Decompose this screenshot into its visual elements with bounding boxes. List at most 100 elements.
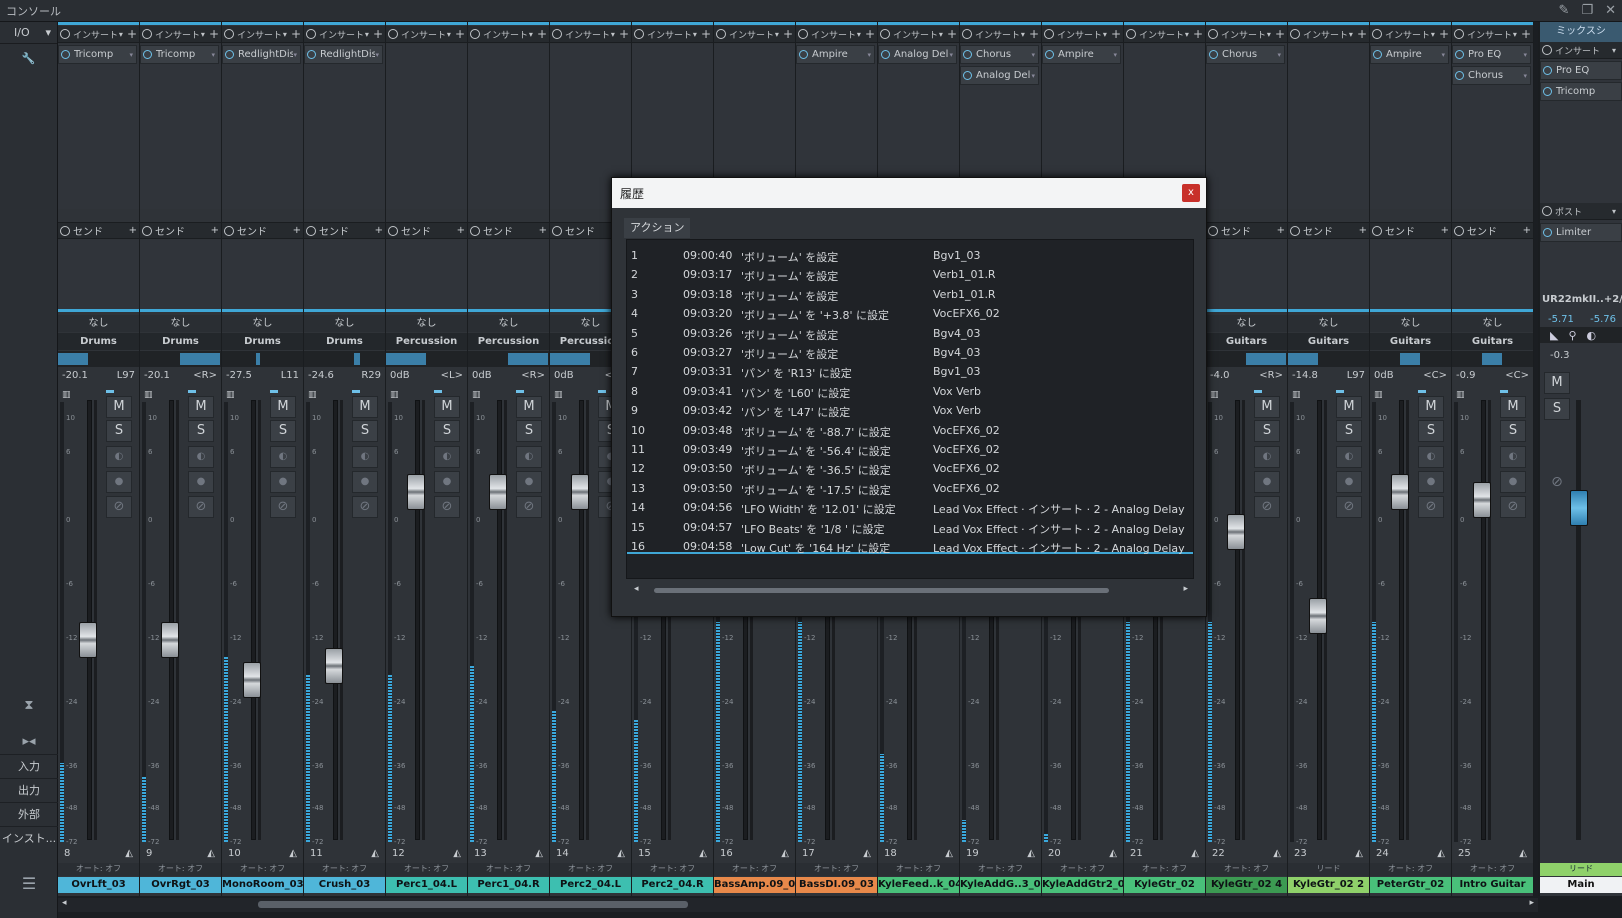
monitor-icon[interactable]: ◐ <box>1254 446 1280 468</box>
waveform-icon[interactable]: ◭ <box>1355 848 1363 862</box>
solo-button[interactable]: S <box>516 420 542 442</box>
input-label[interactable]: なし <box>304 315 385 332</box>
send-add-icon[interactable]: + <box>1277 225 1285 236</box>
fader-track[interactable] <box>1481 400 1486 840</box>
channel-name-label[interactable]: BassDI.09_03 <box>796 877 877 893</box>
history-row[interactable]: 10 09:03:48 'ボリューム' を '-88.7' に設定 VocEFX6_0… <box>627 421 1195 441</box>
send-header[interactable]: センド + <box>468 222 549 239</box>
pan-display[interactable] <box>140 351 221 367</box>
input-label[interactable]: なし <box>1288 315 1369 332</box>
insert-slot[interactable]: Chorus ▾ <box>960 45 1039 64</box>
power-icon[interactable] <box>306 29 316 39</box>
insert-header[interactable]: インサート ▾ + <box>960 26 1041 43</box>
insert-chevron-icon[interactable]: ▾ <box>365 30 369 39</box>
insert-header[interactable]: インサート ▾ + <box>1370 26 1451 43</box>
insert-header[interactable]: インサート ▾ + <box>304 26 385 43</box>
waveform-icon[interactable]: ◭ <box>1191 848 1199 862</box>
insert-slot[interactable]: Ampire ▾ <box>1370 45 1449 64</box>
volume-pan-readout[interactable]: -27.5 L11 <box>222 370 303 384</box>
main-mute-button[interactable]: M <box>1544 372 1570 394</box>
group-label[interactable]: Guitars <box>1288 333 1369 350</box>
solo-button[interactable]: S <box>1500 420 1526 442</box>
send-add-icon[interactable]: + <box>539 225 547 236</box>
insert-add-icon[interactable]: + <box>455 27 465 41</box>
send-add-icon[interactable]: + <box>293 225 301 236</box>
sidebar-nav-input[interactable]: 入力 <box>0 754 58 778</box>
history-row[interactable]: 16 09:04:58 'Low Cut' を '164 Hz' に設定 Lead V… <box>627 537 1195 557</box>
automation-icon[interactable]: ⊘ <box>1500 496 1526 518</box>
main-channel-name[interactable]: Main <box>1540 877 1622 893</box>
input-label[interactable]: なし <box>222 315 303 332</box>
send-area[interactable] <box>1206 240 1287 312</box>
power-icon[interactable] <box>552 225 562 236</box>
power-icon[interactable] <box>1542 45 1552 55</box>
plugin-chevron-icon[interactable]: ▾ <box>1031 51 1035 59</box>
insert-chevron-icon[interactable]: ▾ <box>447 30 451 39</box>
automation-icon[interactable]: ⊘ <box>1254 496 1280 518</box>
pan-display[interactable] <box>1452 351 1533 367</box>
history-list[interactable]: 1 09:00:40 'ボリューム' を設定 Bgv1_03 2 09:03:17 'ボリュ… <box>626 239 1194 579</box>
insert-add-icon[interactable]: + <box>1029 27 1039 41</box>
chevron-down-icon[interactable]: ▾ <box>1612 46 1616 55</box>
insert-add-icon[interactable]: + <box>127 27 137 41</box>
send-header[interactable]: センド + <box>386 222 467 239</box>
volume-pan-readout[interactable]: -14.8 L97 <box>1288 370 1369 384</box>
insert-chevron-icon[interactable]: ▾ <box>939 30 943 39</box>
history-close-button[interactable]: x <box>1182 184 1200 202</box>
waveform-icon[interactable]: ◭ <box>1437 848 1445 862</box>
auto-mode-label[interactable]: オート: オフ <box>1370 863 1451 876</box>
auto-mode-label[interactable]: オート: オフ <box>960 863 1041 876</box>
send-area[interactable] <box>58 240 139 312</box>
channel-name-label[interactable]: KyleGtr_02 <box>1124 877 1205 893</box>
fader-track[interactable] <box>415 400 420 840</box>
insert-slots[interactable]: RedlightDist ▾ <box>304 44 385 209</box>
insert-header[interactable]: インサート ▾ + <box>1124 26 1205 43</box>
waveform-icon[interactable]: ◭ <box>781 848 789 862</box>
auto-mode-label[interactable]: オート: オフ <box>1124 863 1205 876</box>
waveform-icon[interactable]: ◭ <box>289 848 297 862</box>
power-icon[interactable] <box>1454 225 1464 236</box>
history-scroll-thumb[interactable] <box>654 588 1109 593</box>
history-row[interactable]: 13 09:03:50 'ボリューム' を '-17.5' に設定 VocEFX6_0… <box>627 479 1195 499</box>
sidebar-nav-output[interactable]: 出力 <box>0 778 58 802</box>
insert-slots[interactable]: RedlightDist ▾ <box>222 44 303 209</box>
monitor-icon[interactable]: ◐ <box>434 446 460 468</box>
pin-icon[interactable]: ✎ <box>1559 3 1570 18</box>
insert-header[interactable]: インサート ▾ + <box>222 26 303 43</box>
main-auto-mode[interactable]: リード <box>1540 863 1622 876</box>
channel-name-label[interactable]: KyleGtr_02 4 <box>1206 877 1287 893</box>
monitor-icon[interactable]: ◐ <box>106 446 132 468</box>
monitor-icon[interactable]: ◐ <box>1500 446 1526 468</box>
insert-chevron-icon[interactable]: ▾ <box>283 30 287 39</box>
history-hscroll[interactable]: ◂ ▸ <box>626 584 1194 598</box>
mute-button[interactable]: M <box>270 396 296 418</box>
solo-button[interactable]: S <box>188 420 214 442</box>
input-label[interactable]: なし <box>1452 315 1533 332</box>
pan-display[interactable] <box>468 351 549 367</box>
fader-cap[interactable] <box>489 474 507 510</box>
waveform-icon[interactable]: ◭ <box>535 848 543 862</box>
send-area[interactable] <box>468 240 549 312</box>
power-icon[interactable] <box>963 71 972 80</box>
history-row[interactable]: 6 09:03:27 'ボリューム' を設定 Bgv4_03 <box>627 343 1195 363</box>
fader-cap[interactable] <box>243 662 261 698</box>
sidebar-nav-external[interactable]: 外部 <box>0 802 58 826</box>
send-header[interactable]: センド + <box>1206 222 1287 239</box>
insert-header[interactable]: インサート ▾ + <box>468 26 549 43</box>
mute-button[interactable]: M <box>1500 396 1526 418</box>
power-icon[interactable] <box>470 29 480 39</box>
mute-button[interactable]: M <box>188 396 214 418</box>
record-icon[interactable]: ● <box>188 471 214 493</box>
power-icon[interactable] <box>1290 29 1300 39</box>
volume-pan-readout[interactable]: -24.6 R29 <box>304 370 385 384</box>
insert-add-icon[interactable]: + <box>1439 27 1449 41</box>
send-header[interactable]: センド + <box>1288 222 1369 239</box>
auto-mode-label[interactable]: オート: オフ <box>140 863 221 876</box>
send-add-icon[interactable]: + <box>1359 225 1367 236</box>
waveform-icon[interactable]: ◭ <box>863 848 871 862</box>
power-icon[interactable] <box>1454 29 1464 39</box>
main-solo-button[interactable]: S <box>1544 398 1570 420</box>
insert-slots[interactable]: Tricomp ▾ <box>140 44 221 209</box>
waveform-icon[interactable]: ◭ <box>207 848 215 862</box>
insert-add-icon[interactable]: + <box>1193 27 1203 41</box>
